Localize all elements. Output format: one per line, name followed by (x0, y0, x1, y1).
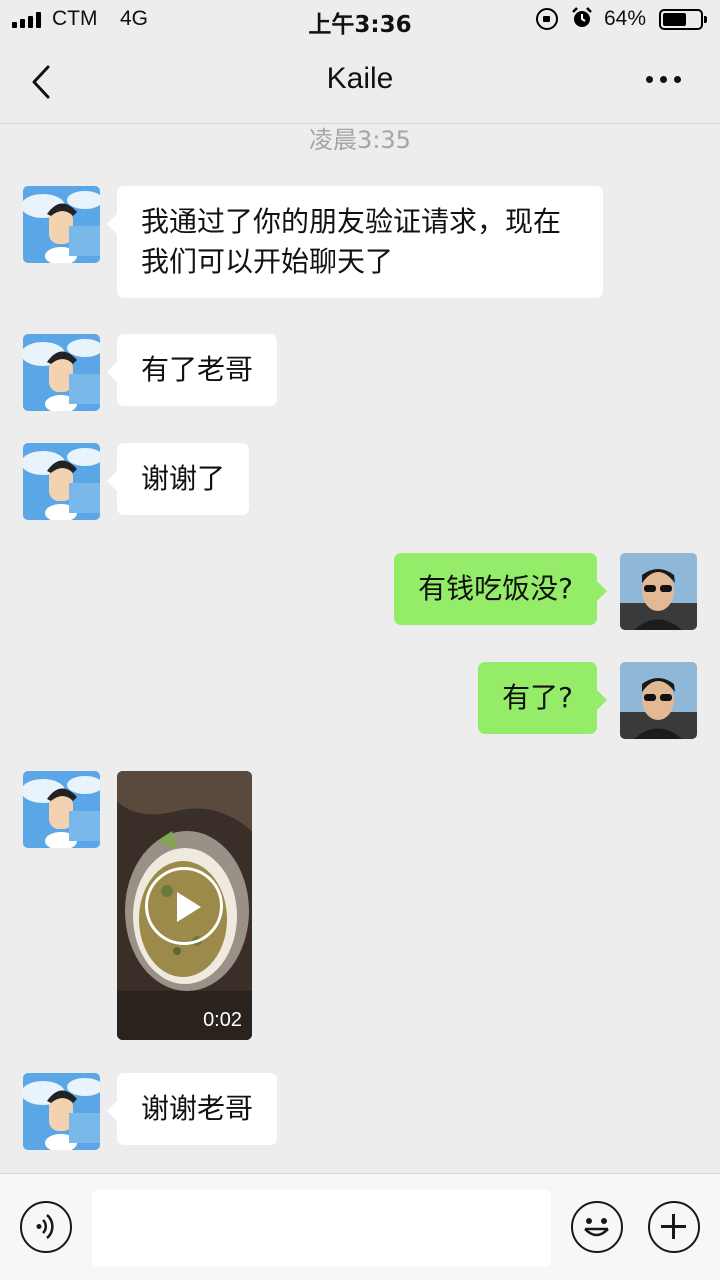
alarm-icon (572, 7, 592, 27)
status-bar: CTM 4G 上午3:36 64% (0, 0, 720, 40)
message-text: 我通过了你的朋友验证请求，现在我们可以开始聊天了 (141, 205, 562, 278)
play-icon[interactable] (145, 867, 223, 945)
more-icon[interactable] (646, 76, 681, 83)
chat-header: Kaile (0, 40, 720, 124)
battery-icon (659, 9, 707, 30)
message-bubble-contact[interactable]: 我通过了你的朋友验证请求，现在我们可以开始聊天了 (107, 186, 603, 298)
rotation-lock-icon (536, 8, 558, 30)
my-avatar[interactable] (620, 662, 697, 739)
message-timestamp: 凌晨3:35 (309, 126, 411, 154)
message-bubble-contact[interactable]: 谢谢老哥 (106, 1073, 278, 1145)
message-text: 有了? (502, 681, 573, 714)
message-bubble-me[interactable]: 有了? (478, 662, 607, 734)
plus-icon[interactable] (648, 1201, 700, 1253)
emoji-icon[interactable] (571, 1201, 623, 1253)
contact-avatar[interactable] (23, 771, 100, 848)
contact-avatar[interactable] (23, 334, 100, 411)
contact-avatar[interactable] (23, 1073, 100, 1150)
video-message[interactable]: 0:02 (117, 771, 252, 1040)
chat-title: Kaile (326, 62, 394, 95)
battery-fill (663, 13, 686, 26)
message-text: 谢谢老哥 (141, 1092, 254, 1125)
voice-icon[interactable] (20, 1201, 72, 1253)
message-text: 谢谢了 (141, 462, 226, 495)
message-bubble-me[interactable]: 有钱吃饭没? (394, 553, 607, 625)
input-bar (0, 1173, 720, 1280)
message-bubble-contact[interactable]: 有了老哥 (106, 334, 278, 406)
message-bubble-contact[interactable]: 谢谢了 (106, 443, 250, 515)
message-input[interactable] (92, 1190, 551, 1267)
battery-percent: 64% (604, 7, 647, 30)
message-text: 有钱吃饭没? (418, 572, 573, 605)
my-avatar[interactable] (620, 553, 697, 630)
contact-avatar[interactable] (23, 443, 100, 520)
contact-avatar[interactable] (23, 186, 100, 263)
video-duration: 0:02 (203, 1009, 242, 1031)
message-text: 有了老哥 (141, 353, 254, 386)
